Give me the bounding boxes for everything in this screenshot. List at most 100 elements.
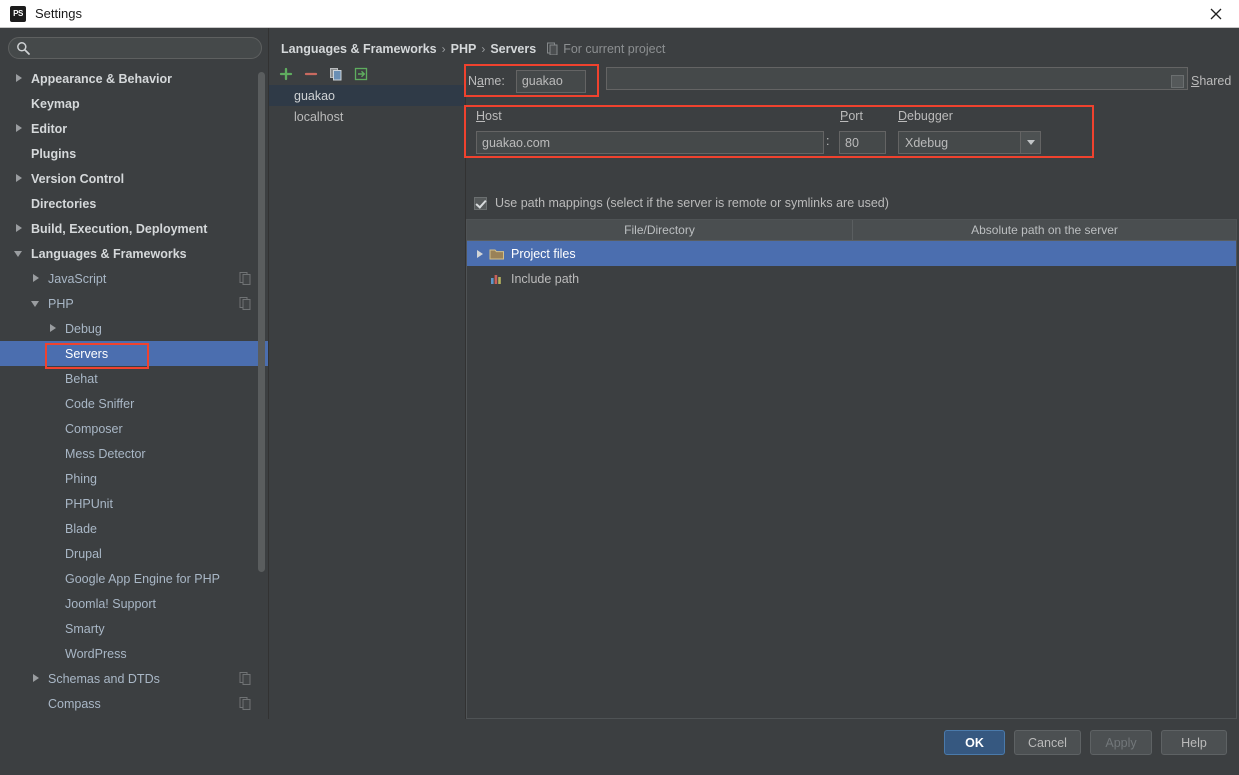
chevron-right-icon[interactable] [14,123,25,134]
use-path-mappings-checkbox[interactable]: Use path mappings (select if the server … [474,196,889,210]
sidebar-item-label: Keymap [31,96,80,111]
copy-icon[interactable] [328,66,344,82]
chevron-right-icon[interactable] [31,273,42,284]
sidebar-item-debug[interactable]: Debug [0,316,268,341]
server-list-item[interactable]: localhost [269,106,465,127]
sidebar-item-plugins[interactable]: Plugins [0,141,268,166]
sidebar-item-languages-frameworks[interactable]: Languages & Frameworks [0,241,268,266]
help-button[interactable]: Help [1161,730,1227,755]
phpstorm-icon: PS [10,5,26,22]
sidebar-item-label: Editor [31,121,68,136]
settings-right-panel: Languages & Frameworks › PHP › Servers F… [269,28,1239,719]
port-input[interactable] [839,131,886,154]
sidebar-item-label: Appearance & Behavior [31,71,173,86]
remove-icon[interactable] [303,66,319,82]
path-mappings-table[interactable]: File/Directory Absolute path on the serv… [466,219,1237,719]
apply-button[interactable]: Apply [1090,730,1152,755]
window-title: Settings [35,6,82,21]
sidebar-item-keymap[interactable]: Keymap [0,91,268,116]
sidebar-item-wordpress[interactable]: WordPress [0,641,268,666]
sidebar-item-compass[interactable]: Compass [0,691,268,716]
cell-file-directory: Project files [467,247,853,261]
sidebar-item-mess-detector[interactable]: Mess Detector [0,441,268,466]
sidebar-item-google-app-engine-for-php[interactable]: Google App Engine for PHP [0,566,268,591]
shared-checkbox[interactable]: Shared [1171,74,1231,88]
breadcrumb-item-2: Servers [490,41,537,56]
close-icon[interactable] [1193,0,1239,27]
name-input[interactable] [515,69,586,93]
chevron-down-icon[interactable] [31,298,42,309]
sidebar-scrollbar[interactable] [258,72,265,719]
chevron-right-icon[interactable] [31,673,42,684]
column-header-file-directory[interactable]: File/Directory [467,220,853,240]
sidebar-item-code-sniffer[interactable]: Code Sniffer [0,391,268,416]
sidebar-item-php[interactable]: PHP [0,291,268,316]
sidebar-item-schemas-and-dtds[interactable]: Schemas and DTDs [0,666,268,691]
checkbox-box [1171,74,1184,88]
sidebar-item-javascript[interactable]: JavaScript [0,266,268,291]
table-row[interactable]: Include path [467,266,1236,291]
sidebar-item-directories[interactable]: Directories [0,191,268,216]
sidebar-item-editor[interactable]: Editor [0,116,268,141]
sidebar-item-phing[interactable]: Phing [0,466,268,491]
breadcrumb-item-1[interactable]: PHP [451,42,477,56]
ok-button[interactable]: OK [944,730,1005,755]
chevron-right-icon[interactable] [14,73,25,84]
sidebar-item-label: Directories [31,196,97,211]
column-header-absolute-path[interactable]: Absolute path on the server [853,220,1236,240]
sidebar-item-label: PHP [48,296,74,311]
name-row: Name: [468,66,1188,96]
debugger-select[interactable]: Xdebug [898,131,1041,154]
sidebar-item-behat[interactable]: Behat [0,366,268,391]
sidebar-item-phpunit[interactable]: PHPUnit [0,491,268,516]
sidebar-item-servers[interactable]: Servers [0,341,268,366]
sidebar-item-label: Composer [65,421,123,436]
host-input[interactable] [476,131,824,154]
sidebar-item-label: Mess Detector [65,446,146,461]
chevron-down-icon[interactable] [14,248,25,259]
include-path-icon [491,274,501,284]
search-input[interactable] [8,37,262,59]
dialog-footer: OK Cancel Apply Help [0,719,1239,775]
sidebar-item-blade[interactable]: Blade [0,516,268,541]
sidebar-item-build-execution-deployment[interactable]: Build, Execution, Deployment [0,216,268,241]
chevron-right-icon[interactable] [14,173,25,184]
sidebar-item-drupal[interactable]: Drupal [0,541,268,566]
port-label: Port [840,109,863,123]
sidebar-scrollbar-thumb[interactable] [258,72,265,572]
breadcrumb-item-0[interactable]: Languages & Frameworks [281,42,437,56]
sidebar-item-appearance-behavior[interactable]: Appearance & Behavior [0,66,268,91]
sidebar-item-version-control[interactable]: Version Control [0,166,268,191]
sidebar-item-label: Smarty [65,621,105,636]
settings-tree[interactable]: Appearance & Behavior Keymap Editor Plugins… [0,66,268,719]
checkbox-box [474,196,487,210]
chevron-right-icon[interactable] [48,323,59,334]
import-icon[interactable] [353,66,369,82]
add-icon[interactable] [278,66,294,82]
table-row-label: Include path [511,271,580,286]
cancel-button[interactable]: Cancel [1014,730,1081,755]
breadcrumb-scope-label: For current project [563,41,666,56]
sidebar-item-joomla-support[interactable]: Joomla! Support [0,591,268,616]
chevron-down-icon[interactable] [1020,132,1040,153]
sidebar-item-composer[interactable]: Composer [0,416,268,441]
project-scope-icon [547,42,558,55]
cell-file-directory: Include path [467,272,853,286]
server-list-item[interactable]: guakao [269,85,465,106]
sidebar-item-label: Languages & Frameworks [31,246,187,261]
sidebar-item-smarty[interactable]: Smarty [0,616,268,641]
sidebar-item-label: Compass [48,696,101,711]
chevron-right-icon[interactable] [14,223,25,234]
table-row[interactable]: Project files [467,241,1236,266]
project-scope-icon [239,672,251,685]
server-list-item-label: guakao [294,88,336,103]
server-list[interactable]: guakao localhost [269,85,466,719]
